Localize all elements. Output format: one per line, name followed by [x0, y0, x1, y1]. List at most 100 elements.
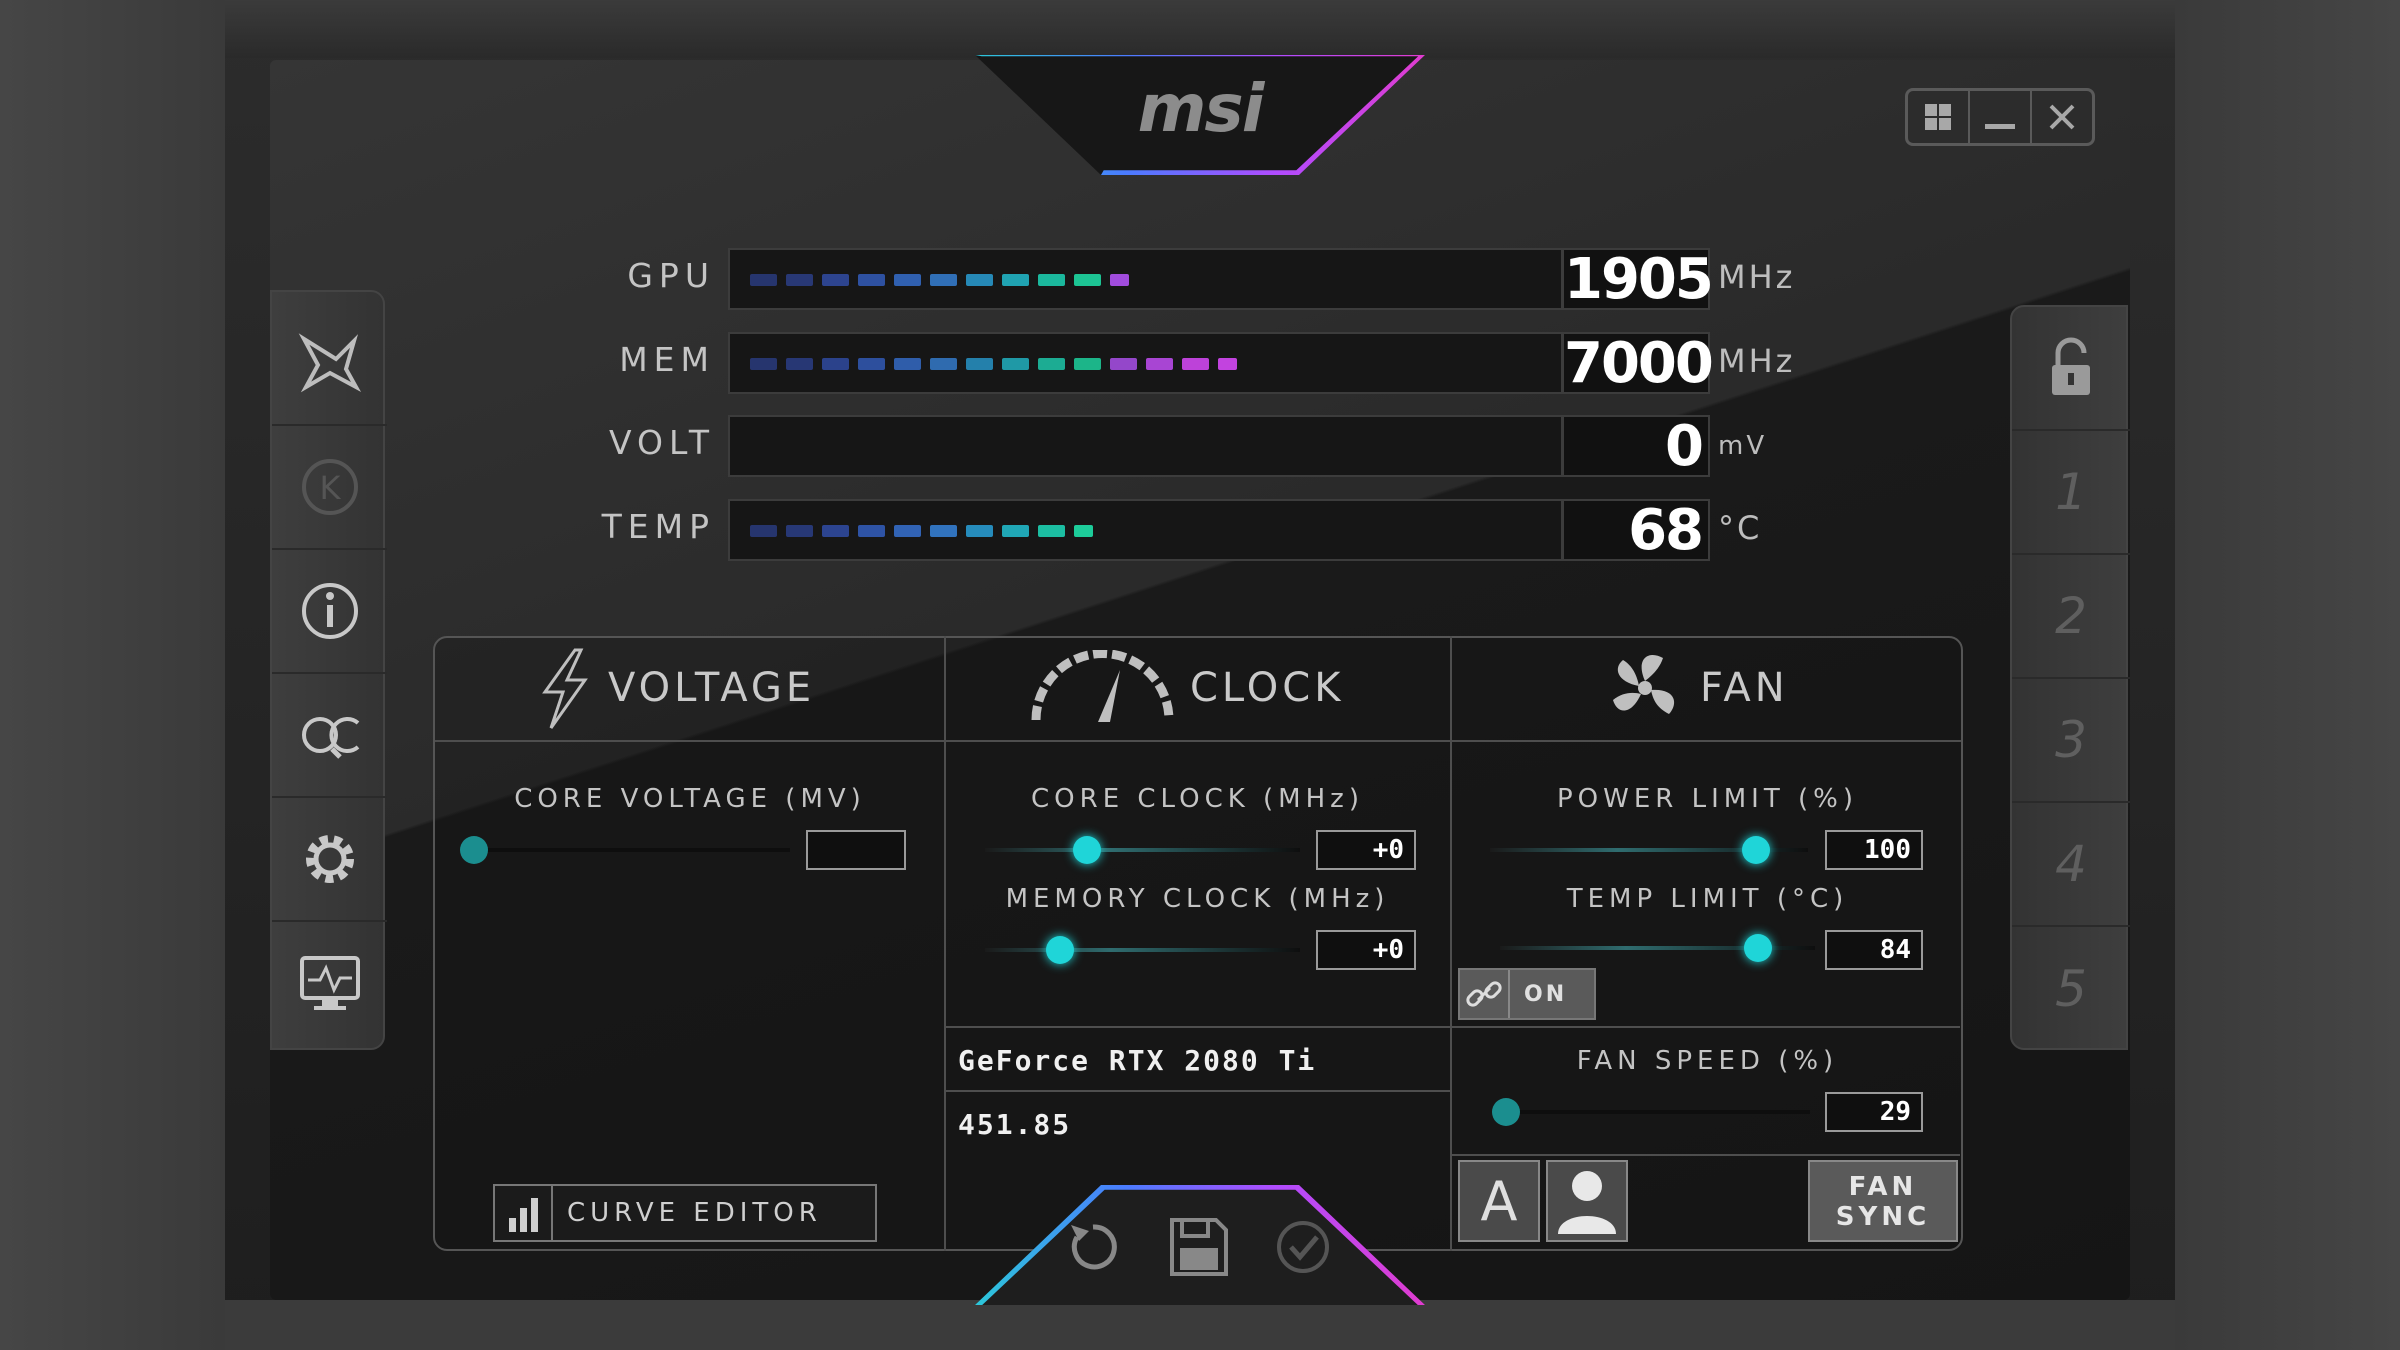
- control-panel: [433, 636, 1963, 1251]
- core-voltage-knob[interactable]: [460, 836, 488, 864]
- power-limit-label: POWER LIMIT (%): [1556, 784, 1858, 814]
- save-button[interactable]: [1164, 1212, 1234, 1282]
- speedometer-icon: [1031, 650, 1174, 722]
- meter-segment: [822, 525, 850, 537]
- meter-bar: [728, 499, 1563, 561]
- meter-segment: [1146, 358, 1174, 370]
- tab-header-divider: [435, 740, 1961, 742]
- tab-voltage[interactable]: VOLTAGE: [608, 665, 815, 711]
- meter-segment: [894, 358, 922, 370]
- windows-mode-button[interactable]: [1908, 91, 1970, 143]
- meter-segment: [858, 358, 886, 370]
- tab-fan[interactable]: FAN: [1700, 665, 1789, 711]
- curve-editor-label: CURVE EDITOR: [567, 1198, 822, 1228]
- core-voltage-input[interactable]: [806, 830, 906, 870]
- windows-icon: [1925, 104, 1951, 130]
- power-limit-input[interactable]: 100: [1825, 830, 1923, 870]
- meter-segment: [1002, 525, 1030, 537]
- lock-open-icon: [2052, 337, 2090, 395]
- sidebar-item-info[interactable]: [272, 550, 387, 674]
- voltage-meter: VOLT 0 mV: [560, 415, 1810, 477]
- fan-speed-input[interactable]: 29: [1825, 1092, 1923, 1132]
- curve-editor-button[interactable]: CURVE EDITOR: [493, 1184, 877, 1242]
- left-sidebar: K: [270, 290, 387, 1050]
- lightning-icon: [542, 648, 588, 729]
- bar-chart-icon: [495, 1186, 553, 1240]
- meter-segment: [1002, 274, 1030, 286]
- fan-speed-label: FAN SPEED (%): [1576, 1046, 1839, 1076]
- meter-segment: [966, 358, 994, 370]
- meter-segment: [1002, 358, 1030, 370]
- meter-value: 68: [1562, 499, 1710, 561]
- user-icon: [1558, 1171, 1616, 1234]
- minimize-icon: [1985, 124, 2015, 129]
- meter-segment: [1038, 358, 1066, 370]
- fan-sync-line1: FAN: [1848, 1172, 1918, 1202]
- reset-button[interactable]: [1058, 1212, 1128, 1282]
- core-clock-slider[interactable]: [985, 848, 1300, 852]
- profile-5-button[interactable]: 5: [2012, 927, 2130, 1051]
- reset-icon: [1071, 1224, 1117, 1270]
- apply-button[interactable]: [1268, 1212, 1338, 1282]
- memory-clock-label: MEMORY CLOCK (MHz): [1005, 884, 1390, 914]
- meter-label: TEMP: [601, 507, 715, 546]
- profile-1-button[interactable]: 1: [2012, 431, 2130, 555]
- temp-limit-input[interactable]: 84: [1825, 930, 1923, 970]
- close-button[interactable]: [2032, 91, 2092, 143]
- right-frame: [2175, 0, 2400, 1350]
- meter-bar: [728, 415, 1563, 477]
- temp-limit-label: TEMP LIMIT (°C): [1566, 884, 1849, 914]
- profile-4-button[interactable]: 4: [2012, 803, 2130, 927]
- meter-label: VOLT: [609, 423, 715, 462]
- close-icon: [2049, 104, 2075, 130]
- monitor-icon: [299, 956, 360, 1010]
- auto-label: A: [1480, 1169, 1518, 1233]
- fan-auto-button[interactable]: A: [1458, 1160, 1540, 1242]
- fan-sync-line2: SYNC: [1835, 1202, 1931, 1232]
- sidebar-item-kombustor[interactable]: K: [272, 426, 387, 550]
- core-voltage-slider[interactable]: [470, 848, 790, 852]
- save-icon: [1170, 1218, 1228, 1276]
- settings-icon: [305, 835, 354, 883]
- meter-segment: [750, 358, 778, 370]
- gpu-clock-meter: GPU 1905 MHz: [560, 248, 1810, 310]
- meter-segment: [966, 525, 994, 537]
- core-clock-input[interactable]: +0: [1316, 830, 1416, 870]
- sidebar-item-dragon[interactable]: [272, 302, 387, 426]
- meter-segment: [1110, 358, 1138, 370]
- limit-link-toggle[interactable]: ON: [1458, 968, 1596, 1020]
- section-divider: [946, 1026, 1960, 1028]
- memory-clock-slider[interactable]: [985, 948, 1300, 952]
- checkmark-icon: [1277, 1221, 1329, 1273]
- meter-segment: [1218, 358, 1237, 370]
- meter-segment: [822, 358, 850, 370]
- profile-2-button[interactable]: 2: [2012, 555, 2130, 679]
- core-clock-label: CORE CLOCK (MHz): [1031, 784, 1364, 814]
- kombustor-icon: K: [301, 459, 358, 515]
- meter-unit: °C: [1718, 509, 1763, 547]
- title-bar[interactable]: [225, 0, 2175, 58]
- profile-3-button[interactable]: 3: [2012, 679, 2130, 803]
- minimize-button[interactable]: [1970, 91, 2032, 143]
- fan-user-button[interactable]: [1546, 1160, 1628, 1242]
- temperature-meter: TEMP 68 °C: [560, 499, 1810, 561]
- sidebar-item-oc-scanner[interactable]: [272, 674, 387, 798]
- tab-clock[interactable]: CLOCK: [1190, 665, 1344, 711]
- sidebar-item-settings[interactable]: [272, 798, 387, 922]
- link-icon: [1460, 970, 1510, 1018]
- fan-speed-slider[interactable]: [1500, 1110, 1810, 1114]
- memory-clock-input[interactable]: +0: [1316, 930, 1416, 970]
- fan-speed-knob[interactable]: [1492, 1098, 1520, 1126]
- temp-limit-knob[interactable]: [1744, 934, 1772, 962]
- fan-sync-button[interactable]: FAN SYNC: [1808, 1160, 1958, 1242]
- memory-clock-knob[interactable]: [1046, 936, 1074, 964]
- meter-segment: [930, 358, 958, 370]
- meter-segment: [858, 274, 886, 286]
- mem-clock-meter: MEM 7000 MHz: [560, 332, 1810, 394]
- core-clock-knob[interactable]: [1073, 836, 1101, 864]
- power-limit-knob[interactable]: [1742, 836, 1770, 864]
- panel-divider: [944, 636, 946, 1251]
- profile-lock-button[interactable]: [2012, 307, 2130, 431]
- meter-segment: [966, 274, 994, 286]
- sidebar-item-monitor[interactable]: [272, 922, 387, 1046]
